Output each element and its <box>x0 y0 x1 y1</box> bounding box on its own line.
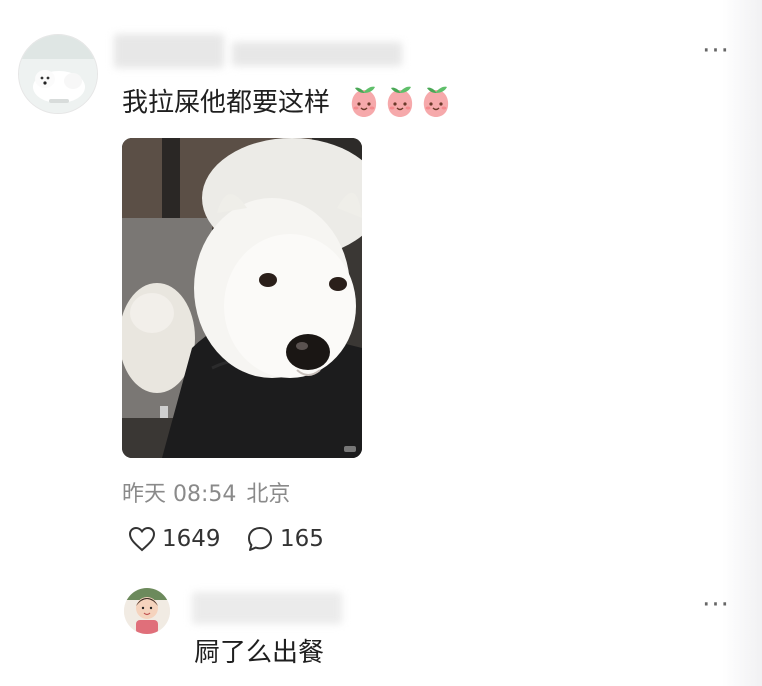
peach-face-emoji <box>351 86 377 117</box>
reply-username-blurred <box>192 592 342 624</box>
reply-avatar[interactable] <box>124 588 170 634</box>
username-blurred <box>114 34 224 68</box>
emoji-row <box>348 84 452 118</box>
peach-face-emoji <box>423 86 449 117</box>
scroll-edge-shade <box>722 0 762 686</box>
reply-count-button[interactable]: 165 <box>246 522 324 556</box>
peach-face-emoji <box>387 86 413 117</box>
username-blurred <box>232 42 402 66</box>
comment-time: 昨天 08:54 <box>122 482 237 507</box>
reply-more-button[interactable]: ··· <box>696 592 736 622</box>
avatar[interactable] <box>18 34 98 114</box>
more-dots-icon: ··· <box>702 36 730 66</box>
post-image[interactable] <box>122 138 362 458</box>
reply-count: 165 <box>280 526 324 552</box>
like-count: 1649 <box>162 526 221 552</box>
samoyed-dog-photo <box>122 138 362 458</box>
reply-text: 屙了么出餐 <box>194 638 325 668</box>
comment-bubble-icon <box>248 527 272 551</box>
dog-avatar-image <box>19 35 97 113</box>
heart-outline-icon <box>128 526 156 552</box>
comment-meta: 昨天 08:54 北京 <box>122 476 290 508</box>
comment-text: 我拉屎他都要这样 <box>122 88 331 118</box>
more-dots-icon: ··· <box>702 590 730 620</box>
like-button[interactable]: 1649 <box>128 522 221 556</box>
more-button[interactable]: ··· <box>696 38 736 68</box>
child-avatar-image <box>124 588 170 634</box>
comment-location: 北京 <box>246 482 291 507</box>
